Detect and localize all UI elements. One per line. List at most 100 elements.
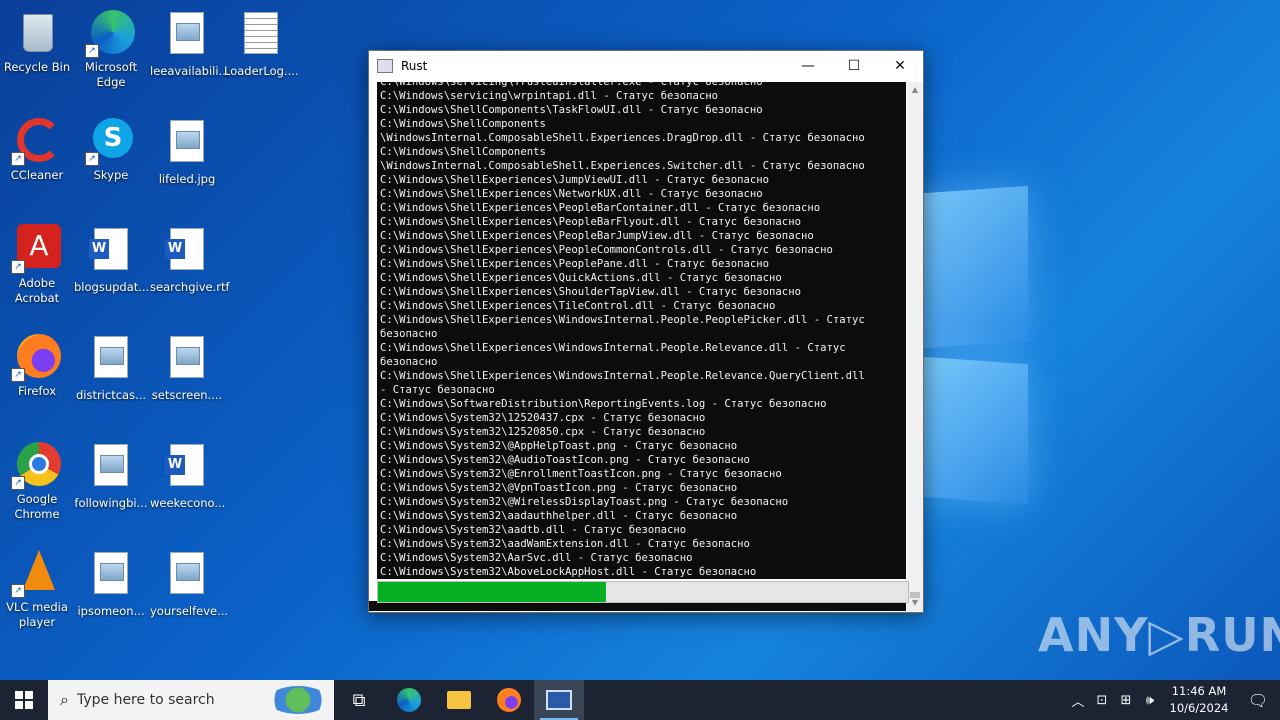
console-line: C:\Windows\System32\aadWamExtension.dll … [380, 538, 750, 550]
console-line: C:\Windows\ShellComponents\TaskFlowUI.dl… [380, 104, 763, 116]
taskbar-firefox-button[interactable] [484, 680, 534, 720]
volume-icon[interactable]: 🕪 [1138, 693, 1162, 708]
console-line: C:\Windows\ShellExperiences\PeopleBarCon… [380, 202, 821, 214]
console-line: C:\Windows\System32\@AudioToastIcon.png … [380, 454, 750, 466]
task-view-button[interactable]: ⧉ [334, 680, 384, 720]
console-line: C:\Windows\System32\AarSvc.dll - Статус … [380, 552, 693, 564]
taskbar: ⌕ Type here to search ⧉ ︿ ⊡ ⊞ 🕪 11:46 AM… [0, 680, 1280, 720]
system-tray: ︿ ⊡ ⊞ 🕪 11:46 AM 10/6/2024 🗨 [1066, 680, 1280, 720]
scroll-up-icon[interactable]: ▲ [907, 82, 923, 98]
windows-start-icon [15, 691, 33, 709]
scroll-down-icon[interactable]: ▼ [907, 595, 923, 611]
desktop-icon-followingbi[interactable]: followingbi... [74, 440, 148, 511]
desktop-icon-firefox[interactable]: ↗ Firefox [0, 332, 74, 399]
console-line: - Статус безопасно [380, 384, 495, 396]
console-line: C:\Windows\System32\aadtb.dll - Статус б… [380, 524, 687, 536]
console-line: \WindowsInternal.ComposableShell.Experie… [380, 132, 865, 144]
window-titlebar[interactable]: Rust — ☐ ✕ [369, 51, 923, 81]
console-scrollbar[interactable]: ▲ ▼ [907, 82, 923, 611]
firefox-icon: ↗ [11, 332, 61, 382]
image-file-icon [94, 444, 128, 486]
image-file-icon [170, 12, 204, 54]
firefox-icon [497, 688, 521, 712]
console-line: безопасно [380, 328, 438, 340]
chrome-icon: ↗ [11, 440, 61, 490]
desktop-icon-google-chrome[interactable]: ↗ Google Chrome [0, 440, 74, 522]
image-file-icon [94, 336, 128, 378]
desktop-icon-skype[interactable]: S ↗ Skype [74, 116, 148, 183]
edge-icon [397, 688, 421, 712]
desktop-icon-recycle-bin[interactable]: Recycle Bin [0, 8, 74, 75]
clock-time: 11:46 AM [1171, 684, 1227, 698]
console-line: C:\Windows\System32\12520850.cpx - Стату… [380, 426, 706, 438]
console-line: C:\Windows\SoftwareDistribution\Reportin… [380, 398, 827, 410]
acrobat-icon: A ↗ [11, 224, 61, 274]
console-line: C:\Windows\ShellExperiences\PeopleCommon… [380, 244, 833, 256]
minimize-button[interactable]: — [785, 51, 831, 81]
image-file-icon [170, 120, 204, 162]
word-file-icon: W [165, 228, 204, 270]
vlc-icon: ↗ [11, 548, 61, 598]
console-line: C:\Windows\System32\@WirelessDisplayToas… [380, 496, 789, 508]
desktop-icon-searchgive[interactable]: W searchgive.rtf [150, 224, 230, 295]
console-line: C:\Windows\System32\@AppHelpToast.png - … [380, 440, 738, 452]
console-line: C:\Windows\System32\12520437.cpx - Стату… [380, 412, 706, 424]
console-line: C:\Windows\ShellExperiences\WindowsInter… [380, 370, 865, 382]
console-window-icon [546, 690, 572, 710]
taskbar-edge-button[interactable] [384, 680, 434, 720]
network-status-icon[interactable]: ⊡ [1090, 693, 1114, 708]
image-file-icon [170, 552, 204, 594]
console-line: C:\Windows\ShellExperiences\ShoulderTapV… [380, 286, 801, 298]
taskbar-console-button[interactable] [534, 680, 584, 720]
console-line: C:\Windows\servicing\TrustedInstaller.ex… [380, 82, 763, 88]
desktop-icon-adobe-acrobat[interactable]: A ↗ Adobe Acrobat [0, 224, 74, 306]
desktop-icon-blogsupdate[interactable]: W blogsupdat... [74, 224, 149, 295]
console-line: C:\Windows\ShellExperiences\PeopleBarJum… [380, 230, 814, 242]
console-app-icon [377, 59, 393, 73]
console-line: C:\Windows\ShellExperiences\QuickActions… [380, 272, 782, 284]
word-file-icon: W [89, 228, 128, 270]
desktop-icon-ipsomeon[interactable]: ipsomeon... [74, 548, 148, 619]
console-output: C:\Windows\servicing\TrustedInstaller.ex… [377, 82, 906, 579]
console-line: C:\Windows\ShellExperiences\JumpViewUI.d… [380, 174, 770, 186]
desktop-icon-lifeled[interactable]: lifeled.jpg [150, 116, 224, 187]
desktop-icon-loaderlog[interactable]: LoaderLog.... [224, 8, 299, 79]
desktop-icon-weekecono[interactable]: W weekecono... [150, 440, 225, 511]
console-line: C:\Windows\ShellComponents [380, 118, 546, 130]
desktop-icon-vlc[interactable]: ↗ VLC media player [0, 548, 74, 630]
desktop-icon-leeavailability[interactable]: leeavailabili... [150, 8, 230, 79]
console-line: C:\Windows\System32\@EnrollmentToastIcon… [380, 468, 782, 480]
console-line: C:\Windows\System32\AboveLockAppHost.dll… [380, 566, 757, 578]
desktop-icon-ccleaner[interactable]: ↗ CCleaner [0, 116, 74, 183]
ccleaner-icon: ↗ [11, 116, 61, 166]
console-line: C:\Windows\ShellExperiences\NetworkUX.dl… [380, 188, 763, 200]
close-button[interactable]: ✕ [877, 51, 923, 81]
taskbar-search-box[interactable]: ⌕ Type here to search [48, 680, 334, 720]
image-file-icon [94, 552, 128, 594]
search-placeholder: Type here to search [76, 692, 215, 708]
desktop-icon-setscreen[interactable]: setscreen.... [150, 332, 224, 403]
console-line: C:\Windows\ShellExperiences\PeopleBarFly… [380, 216, 801, 228]
notification-icon[interactable]: 🗨 [1236, 691, 1280, 710]
console-line: C:\Windows\System32\@VpnToastIcon.png - … [380, 482, 738, 494]
search-highlight-icon [268, 686, 328, 714]
image-file-icon [170, 336, 204, 378]
taskbar-clock[interactable]: 11:46 AM 10/6/2024 [1162, 683, 1236, 717]
start-button[interactable] [0, 680, 48, 720]
ethernet-icon[interactable]: ⊞ [1114, 693, 1138, 708]
console-line: C:\Windows\ShellExperiences\PeoplePane.d… [380, 258, 770, 270]
console-line: C:\Windows\ShellExperiences\WindowsInter… [380, 314, 865, 326]
maximize-button[interactable]: ☐ [831, 51, 877, 81]
rust-console-window[interactable]: Rust — ☐ ✕ C:\Windows\servicing\TrustedI… [368, 50, 924, 613]
scan-progress-bar [377, 581, 909, 603]
desktop-icon-yourselfeve[interactable]: yourselfeve... [150, 548, 228, 619]
taskbar-explorer-button[interactable] [434, 680, 484, 720]
clock-date: 10/6/2024 [1169, 701, 1229, 715]
console-line: C:\Windows\ShellExperiences\TileControl.… [380, 300, 776, 312]
desktop-icon-edge[interactable]: ↗ Microsoft Edge [74, 8, 148, 90]
desktop-icon-districtcas[interactable]: districtcas... [74, 332, 148, 403]
chevron-up-icon[interactable]: ︿ [1066, 691, 1090, 710]
console-line: безопасно [380, 356, 438, 368]
progress-fill [378, 582, 606, 602]
word-file-icon: W [165, 444, 204, 486]
